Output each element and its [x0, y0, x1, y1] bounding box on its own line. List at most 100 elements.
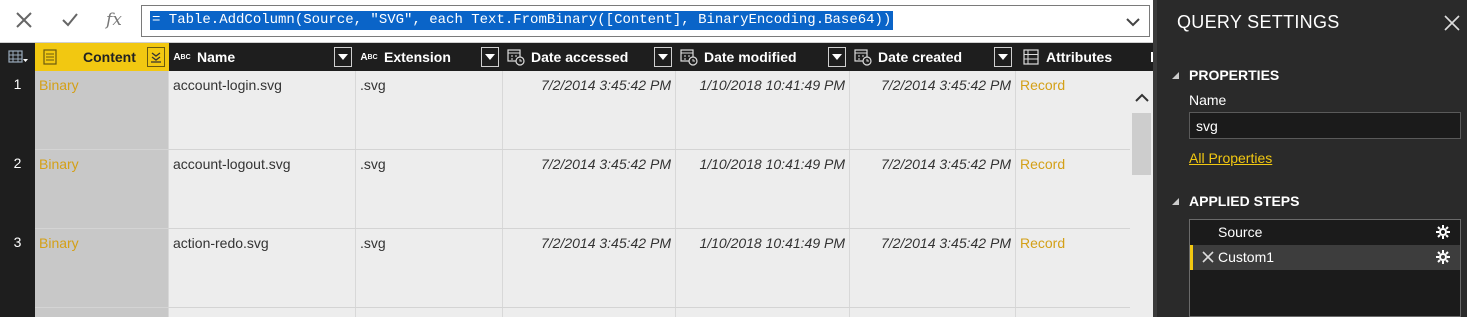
content-cell[interactable]: Binary: [35, 229, 169, 307]
date-accessed-cell[interactable]: 7/2/2014 3:45:42 PM: [503, 229, 676, 307]
name-cell[interactable]: account-logout.svg: [169, 150, 356, 228]
extension-cell[interactable]: [356, 308, 503, 317]
date-accessed-cell[interactable]: [503, 308, 676, 317]
formula-text[interactable]: = Table.AddColumn(Source, "SVG", each Te…: [150, 11, 894, 30]
dropdown-arrow-icon: [338, 54, 348, 60]
all-properties-link[interactable]: All Properties: [1189, 150, 1272, 166]
commit-formula-button[interactable]: [48, 0, 92, 40]
section-heading: PROPERTIES: [1189, 67, 1280, 83]
column-filter-button[interactable]: [1145, 47, 1153, 67]
scroll-up-button[interactable]: [1130, 89, 1153, 107]
dropdown-arrow-icon: [485, 54, 495, 60]
column-header-name[interactable]: ABC Name: [169, 43, 356, 71]
pane-title: QUERY SETTINGS: [1177, 12, 1340, 32]
content-cell[interactable]: Binary: [35, 150, 169, 228]
cancel-formula-button[interactable]: [2, 0, 46, 40]
column-filter-button[interactable]: [828, 47, 846, 67]
column-filter-button[interactable]: [334, 47, 352, 67]
record-type-icon: [1020, 47, 1042, 67]
table-menu-button[interactable]: [0, 43, 35, 71]
name-cell[interactable]: [169, 308, 356, 317]
table-icon: [7, 50, 28, 63]
extension-cell[interactable]: .svg: [356, 71, 503, 149]
step-label: Source: [1218, 224, 1263, 240]
query-name-input[interactable]: [1189, 112, 1461, 139]
fx-button[interactable]: fx: [92, 0, 136, 40]
formula-input[interactable]: = Table.AddColumn(Source, "SVG", each Te…: [141, 5, 1150, 37]
gear-icon[interactable]: [1436, 250, 1450, 264]
table-row: Binary account-login.svg .svg 7/2/2014 3…: [35, 71, 1130, 150]
date-modified-cell[interactable]: 1/10/2018 10:41:49 PM: [676, 71, 850, 149]
date-accessed-cell[interactable]: 7/2/2014 3:45:42 PM: [503, 150, 676, 228]
gear-icon[interactable]: [1436, 225, 1450, 239]
dropdown-arrow-icon: [832, 54, 842, 60]
date-created-cell[interactable]: [850, 308, 1016, 317]
properties-section-toggle[interactable]: PROPERTIES: [1171, 67, 1279, 83]
date-created-cell[interactable]: 7/2/2014 3:45:42 PM: [850, 150, 1016, 228]
extension-cell[interactable]: .svg: [356, 150, 503, 228]
datetime-type-icon: [505, 47, 527, 67]
step-label: Custom1: [1218, 249, 1275, 265]
column-label: Date accessed: [531, 49, 629, 65]
column-filter-button[interactable]: [481, 47, 499, 67]
date-created-cell[interactable]: 7/2/2014 3:45:42 PM: [850, 229, 1016, 307]
content-cell[interactable]: Binary: [35, 71, 169, 149]
expand-column-button[interactable]: [147, 47, 165, 67]
column-filter-button[interactable]: [994, 47, 1012, 67]
binary-type-icon: [39, 47, 61, 67]
collapse-triangle-icon: [1171, 197, 1185, 206]
column-header-date-accessed[interactable]: Date accessed: [503, 43, 676, 71]
scrollbar-thumb[interactable]: [1132, 113, 1151, 175]
column-label: Date modified: [704, 49, 797, 65]
dropdown-arrow-icon: [658, 54, 668, 60]
expand-formula-button[interactable]: [1123, 12, 1143, 32]
row-number[interactable]: 3: [0, 229, 35, 308]
close-pane-button[interactable]: [1441, 12, 1463, 34]
table-row: [35, 308, 1130, 317]
datetime-type-icon: [678, 47, 700, 67]
name-label: Name: [1189, 92, 1227, 108]
name-cell[interactable]: action-redo.svg: [169, 229, 356, 307]
data-grid: Content ABC Name ABC Extension Date acce…: [0, 43, 1153, 317]
table-row: Binary action-redo.svg .svg 7/2/2014 3:4…: [35, 229, 1130, 308]
applied-steps-list: Source Custom1: [1189, 219, 1461, 317]
date-modified-cell[interactable]: 1/10/2018 10:41:49 PM: [676, 229, 850, 307]
attributes-cell[interactable]: Record: [1016, 150, 1130, 228]
column-filter-button[interactable]: [654, 47, 672, 67]
column-header-date-created[interactable]: Date created: [850, 43, 1016, 71]
content-cell[interactable]: [35, 308, 169, 317]
chevron-down-icon: [1126, 18, 1140, 27]
column-label: Content: [83, 49, 136, 65]
date-accessed-cell[interactable]: 7/2/2014 3:45:42 PM: [503, 71, 676, 149]
section-heading: APPLIED STEPS: [1189, 193, 1300, 209]
dropdown-arrow-icon: [998, 54, 1008, 60]
name-cell[interactable]: account-login.svg: [169, 71, 356, 149]
row-number[interactable]: [0, 308, 35, 317]
column-header-attributes[interactable]: Attributes: [1016, 43, 1153, 71]
extension-cell[interactable]: .svg: [356, 229, 503, 307]
row-number[interactable]: 1: [0, 71, 35, 150]
delete-step-icon[interactable]: [1201, 250, 1215, 264]
fx-label: fx: [106, 10, 122, 30]
column-label: Date created: [878, 49, 963, 65]
column-header-date-modified[interactable]: Date modified: [676, 43, 850, 71]
formula-bar: fx = Table.AddColumn(Source, "SVG", each…: [0, 0, 1153, 43]
attributes-cell[interactable]: Record: [1016, 71, 1130, 149]
vertical-scrollbar[interactable]: [1130, 71, 1153, 317]
column-label: Attributes: [1046, 49, 1113, 65]
power-query-editor: fx = Table.AddColumn(Source, "SVG", each…: [0, 0, 1467, 317]
column-header-content[interactable]: Content: [35, 43, 169, 71]
applied-steps-section-toggle[interactable]: APPLIED STEPS: [1171, 193, 1299, 209]
collapse-triangle-icon: [1171, 71, 1185, 80]
step-source[interactable]: Source: [1190, 220, 1460, 245]
attributes-cell[interactable]: Record: [1016, 229, 1130, 307]
abc-type-icon: ABC: [173, 51, 191, 63]
row-number[interactable]: 2: [0, 150, 35, 229]
date-modified-cell[interactable]: 1/10/2018 10:41:49 PM: [676, 150, 850, 228]
step-custom1[interactable]: Custom1: [1190, 245, 1460, 270]
expand-icon: [151, 52, 161, 63]
date-created-cell[interactable]: 7/2/2014 3:45:42 PM: [850, 71, 1016, 149]
column-header-extension[interactable]: ABC Extension: [356, 43, 503, 71]
date-modified-cell[interactable]: [676, 308, 850, 317]
table-row: Binary account-logout.svg .svg 7/2/2014 …: [35, 150, 1130, 229]
